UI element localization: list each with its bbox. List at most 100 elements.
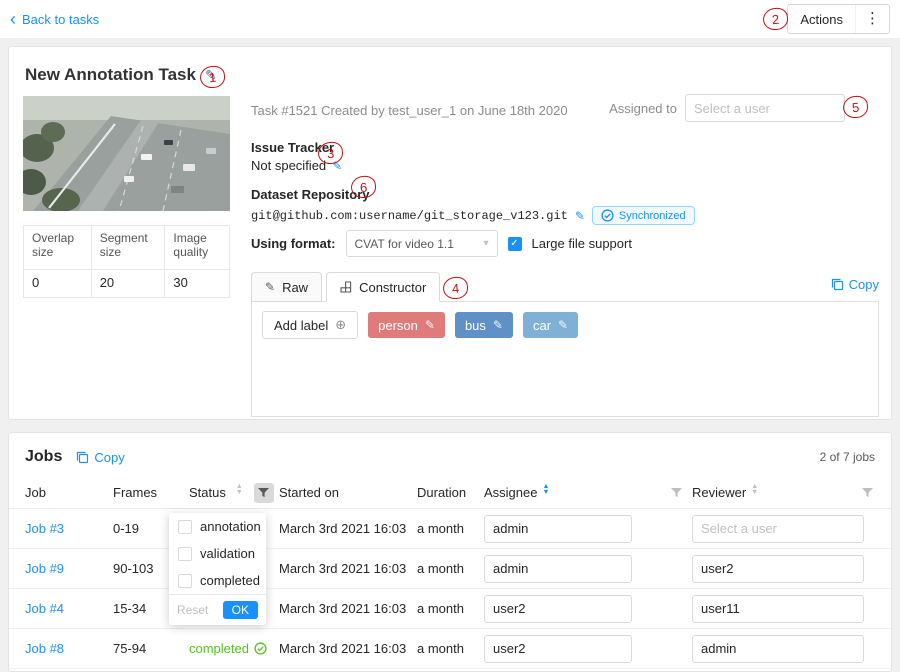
assignee-input[interactable]	[484, 595, 632, 623]
jobs-table-header: Job Frames Status ▲▼ Started on Duration…	[9, 477, 891, 509]
sort-icon[interactable]: ▲▼	[542, 487, 549, 499]
jobs-title: Jobs	[25, 448, 62, 466]
more-menu-icon[interactable]: ⋮	[855, 5, 889, 33]
started-cell: March 3rd 2021 16:03	[279, 641, 417, 656]
duration-cell: a month	[417, 521, 484, 536]
column-header-reviewer[interactable]: Reviewer ▲▼	[692, 485, 875, 500]
jobs-copy-link[interactable]: Copy	[76, 450, 124, 465]
filter-option-completed[interactable]: completed	[169, 567, 266, 594]
column-header-duration: Duration	[417, 485, 484, 500]
assignee-input[interactable]	[484, 515, 632, 543]
reviewer-filter-icon[interactable]	[862, 488, 873, 498]
param-header-segment: Segment size	[91, 226, 165, 270]
column-header-status[interactable]: Status ▲▼	[189, 483, 279, 503]
column-header-started: Started on	[279, 485, 417, 500]
task-detail-card: New Annotation Task ✎ Overlap size	[8, 46, 892, 420]
dataset-repository-label: Dataset Repository	[251, 187, 369, 202]
jobs-copy-label: Copy	[94, 450, 124, 465]
edit-repository-icon[interactable]: ✎	[575, 209, 585, 223]
started-cell: March 3rd 2021 16:03	[279, 521, 417, 536]
actions-button[interactable]: Actions ⋮	[787, 4, 890, 34]
reviewer-input[interactable]	[692, 595, 864, 623]
filter-reset-button[interactable]: Reset	[177, 603, 208, 617]
started-cell: March 3rd 2021 16:03	[279, 561, 417, 576]
edit-title-icon[interactable]: ✎	[205, 67, 217, 84]
job-link[interactable]: Job #3	[25, 521, 64, 536]
label-chip-bus-name: bus	[465, 318, 486, 333]
format-selected-value: CVAT for video 1.1	[355, 237, 454, 251]
issue-tracker-value-row: Not specified ✎	[251, 158, 342, 173]
repository-url[interactable]: git@github.com:username/git_storage_v123…	[251, 209, 568, 223]
format-select[interactable]: CVAT for video 1.1 ▾	[346, 230, 498, 257]
filter-option-annotation[interactable]: annotation	[169, 513, 266, 540]
reviewer-input[interactable]	[692, 635, 864, 663]
edit-label-icon[interactable]: ✎	[493, 318, 503, 332]
task-preview-image	[23, 96, 230, 211]
large-file-support-checkbox[interactable]: ✓	[508, 237, 522, 251]
copy-icon	[831, 278, 844, 291]
param-value-overlap: 0	[24, 270, 92, 298]
jobs-header: Jobs Copy 2 of 7 jobs	[9, 433, 891, 477]
edit-label-icon[interactable]: ✎	[425, 318, 435, 332]
filter-option-label: annotation	[200, 519, 261, 534]
job-row: Job #3 0-19 March 3rd 2021 16:03 a month	[9, 509, 891, 549]
back-chevron-icon: ‹	[10, 12, 16, 26]
label-chip-car-name: car	[533, 318, 551, 333]
job-row: Job #8 75-94 completed March 3rd 2021 16…	[9, 629, 891, 669]
sync-badge-label: Synchronized	[619, 210, 686, 222]
checkbox-annotation[interactable]	[178, 520, 192, 534]
add-label-button[interactable]: Add label ⊕	[262, 311, 358, 339]
edit-issue-tracker-icon[interactable]: ✎	[332, 159, 342, 173]
column-header-job: Job	[25, 485, 113, 500]
checkbox-validation[interactable]	[178, 547, 192, 561]
params-header-row: Overlap size Segment size Image quality	[24, 226, 230, 270]
duration-cell: a month	[417, 601, 484, 616]
duration-cell: a month	[417, 641, 484, 656]
assignee-input[interactable]	[685, 94, 845, 122]
build-icon	[340, 281, 352, 293]
started-cell: March 3rd 2021 16:03	[279, 601, 417, 616]
labels-constructor-box: ✎ Raw Constructor Copy Add label ⊕	[251, 271, 879, 417]
assignee-filter-icon[interactable]	[671, 488, 682, 498]
issue-tracker-label: Issue Tracker	[251, 140, 334, 155]
jobs-card: Jobs Copy 2 of 7 jobs Job Frames Status …	[8, 432, 892, 672]
status-cell: completed	[189, 641, 279, 656]
reviewer-header-label: Reviewer	[692, 485, 746, 500]
job-link[interactable]: Job #4	[25, 601, 64, 616]
filter-option-validation[interactable]: validation	[169, 540, 266, 567]
sort-icon[interactable]: ▲▼	[751, 487, 758, 499]
labels-copy-link[interactable]: Copy	[831, 277, 879, 292]
label-chip-person[interactable]: person ✎	[368, 312, 445, 338]
assigned-to-block: Assigned to	[609, 94, 845, 122]
actions-label: Actions	[788, 12, 855, 27]
status-filter-icon[interactable]	[254, 483, 274, 503]
labels-tabs: ✎ Raw Constructor Copy	[251, 271, 879, 302]
edit-label-icon[interactable]: ✎	[558, 318, 568, 332]
using-format-label: Using format:	[251, 236, 336, 251]
params-value-row: 0 20 30	[24, 270, 230, 298]
checkbox-completed[interactable]	[178, 574, 192, 588]
task-meta-text: Task #1521 Created by test_user_1 on Jun…	[251, 103, 568, 118]
add-label-text: Add label	[274, 318, 328, 333]
copy-icon	[76, 451, 89, 464]
column-header-assignee[interactable]: Assignee ▲▼	[484, 485, 692, 500]
assignee-input[interactable]	[484, 555, 632, 583]
label-chip-bus[interactable]: bus ✎	[455, 312, 513, 338]
job-link[interactable]: Job #9	[25, 561, 64, 576]
job-link[interactable]: Job #8	[25, 641, 64, 656]
assignee-header-label: Assignee	[484, 485, 537, 500]
sort-icon[interactable]: ▲▼	[236, 487, 243, 499]
filter-ok-button[interactable]: OK	[223, 601, 258, 619]
labels-area: Add label ⊕ person ✎ bus ✎ car ✎	[251, 301, 879, 417]
reviewer-input[interactable]	[692, 555, 864, 583]
tab-raw[interactable]: ✎ Raw	[251, 272, 322, 302]
reviewer-input[interactable]	[692, 515, 864, 543]
label-chip-car[interactable]: car ✎	[523, 312, 578, 338]
back-to-tasks-link[interactable]: ‹ Back to tasks	[10, 12, 99, 27]
large-file-support-label: Large file support	[532, 236, 632, 251]
status-text: completed	[189, 641, 249, 656]
assignee-input[interactable]	[484, 635, 632, 663]
filter-option-label: validation	[200, 546, 255, 561]
task-params-table: Overlap size Segment size Image quality …	[23, 225, 230, 298]
tab-constructor[interactable]: Constructor	[326, 272, 440, 302]
